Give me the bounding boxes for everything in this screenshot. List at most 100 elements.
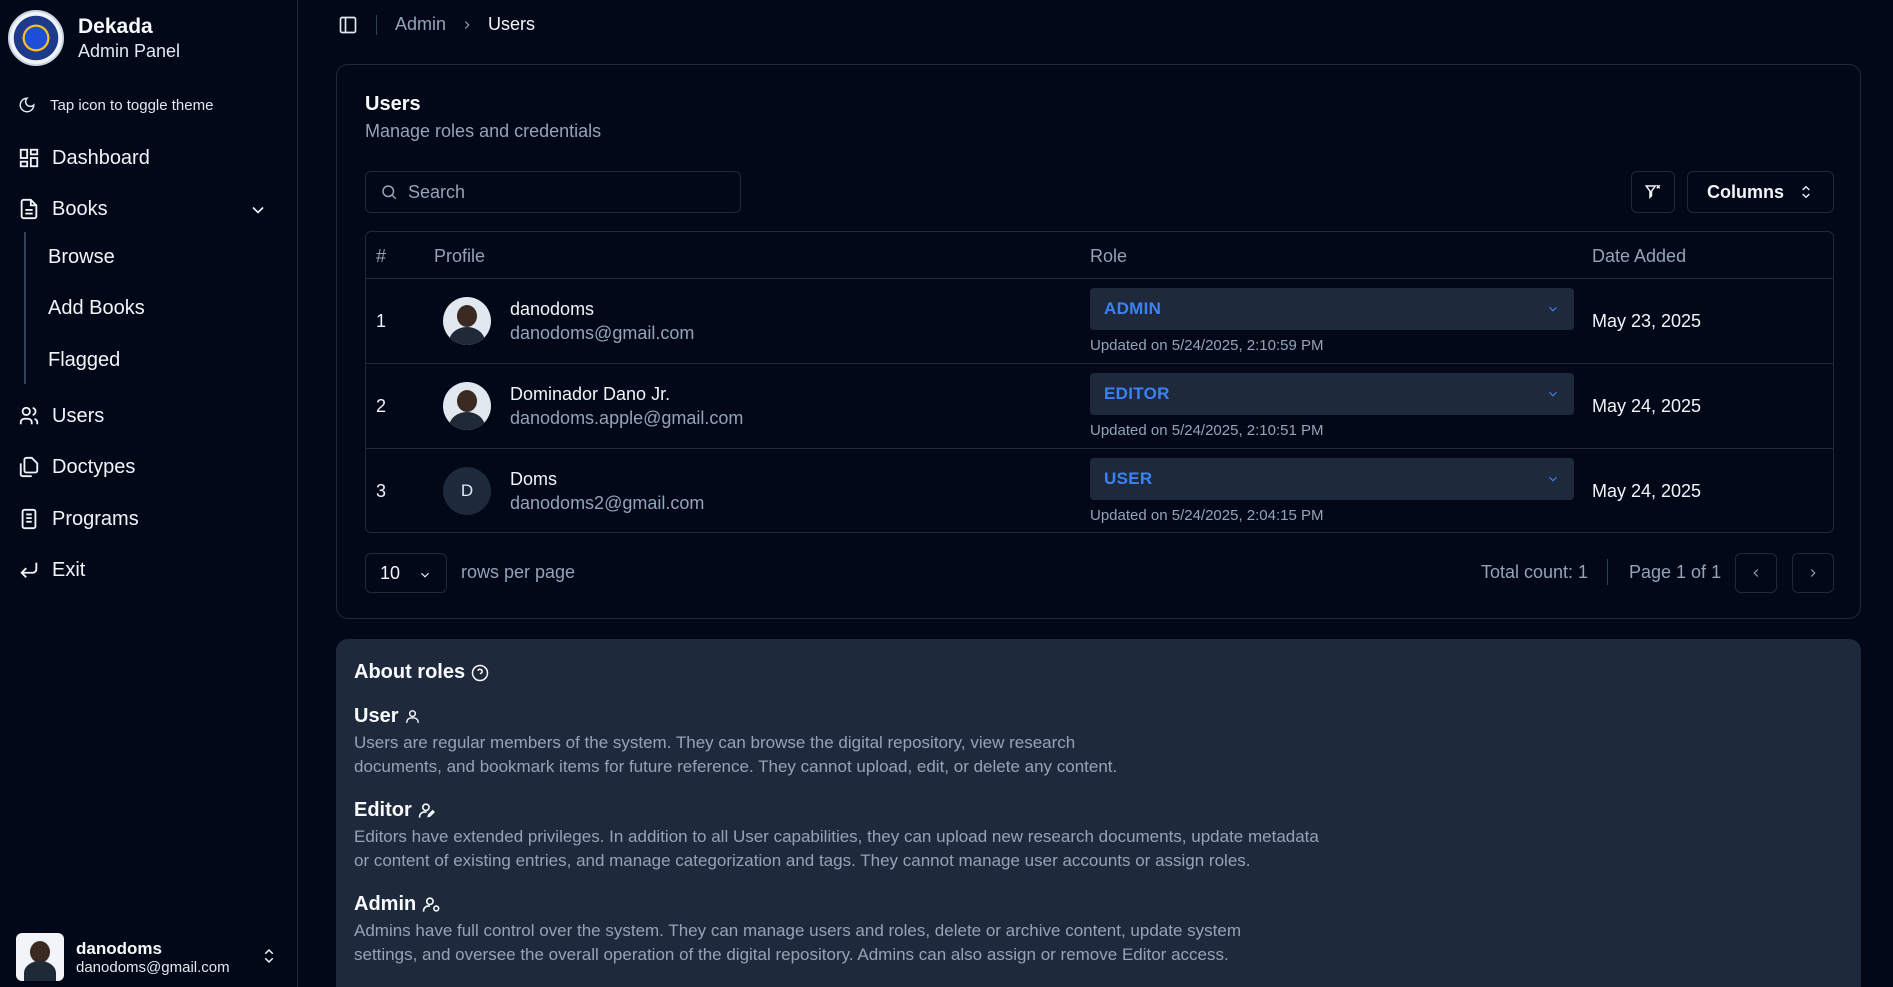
role-select[interactable]: EDITOR xyxy=(1090,373,1574,415)
role-name: Admin xyxy=(354,893,417,915)
next-page-button[interactable] xyxy=(1792,553,1834,593)
files-icon xyxy=(19,456,39,478)
card-title: Users xyxy=(365,93,421,115)
user-pen-icon xyxy=(418,803,435,818)
search-icon xyxy=(382,185,397,200)
search-input[interactable]: Search xyxy=(365,171,741,213)
sidebar-subitem-browse[interactable]: Browse xyxy=(48,246,115,269)
row-number: 3 xyxy=(376,481,387,501)
file-text-icon xyxy=(20,198,38,220)
sidebar-item-users[interactable]: Users xyxy=(18,401,104,431)
rows-per-page-select[interactable]: 10 xyxy=(365,553,447,593)
role-heading-admin: Admin xyxy=(354,893,441,916)
pagination: 10 rows per page Total count: 1 Page 1 o… xyxy=(365,553,1834,593)
role-description-line: or content of existing entries, and mana… xyxy=(354,851,1251,870)
table-row: 2 Dominador Dano Jr. danodoms.apple@gmai… xyxy=(366,363,1833,448)
columns-label: Columns xyxy=(1706,181,1784,202)
prev-page-button[interactable] xyxy=(1735,553,1777,593)
sidebar-item-programs[interactable]: Programs xyxy=(18,504,139,534)
profile-name: danodoms xyxy=(510,299,595,319)
avatar xyxy=(16,933,64,981)
role-heading-user: User xyxy=(354,705,421,728)
chevron-down-icon xyxy=(1549,476,1557,482)
chevron-down-icon xyxy=(1549,306,1557,312)
role-description: Users are regular members of the system.… xyxy=(354,731,1117,779)
user-menu[interactable]: danodoms danodoms@gmail.com xyxy=(16,933,278,981)
table-row: 1 danodoms danodoms@gmail.com ADMIN Upda… xyxy=(366,278,1833,363)
chevron-down-icon[interactable] xyxy=(248,200,268,220)
sidebar: Dekada Admin Panel Tap icon to toggle th… xyxy=(0,0,298,987)
role-description-line: settings, and oversee the overall operat… xyxy=(354,945,1229,964)
divider xyxy=(1607,559,1608,585)
column-header-role[interactable]: Role xyxy=(1090,246,1127,267)
role-value: USER xyxy=(1104,469,1153,488)
sidebar-subitem-flagged[interactable]: Flagged xyxy=(48,349,120,372)
users-card: Users Manage roles and credentials Searc… xyxy=(336,64,1861,619)
brand-title: Dekada xyxy=(78,15,153,38)
sidebar-item-books[interactable]: Books xyxy=(18,194,280,224)
sidebar-item-doctypes[interactable]: Doctypes xyxy=(18,452,135,482)
avatar xyxy=(443,297,491,345)
breadcrumb-admin[interactable]: Admin xyxy=(395,14,446,35)
chevrons-up-down-icon[interactable] xyxy=(260,947,278,965)
sidebar-item-label: Programs xyxy=(52,507,139,530)
date-added: May 24, 2025 xyxy=(1592,481,1702,501)
total-count: Total count: 1 xyxy=(1481,562,1589,582)
sidebar-item-label: Dashboard xyxy=(52,146,150,169)
role-heading-editor: Editor xyxy=(354,799,437,822)
date-added: May 24, 2025 xyxy=(1592,396,1702,416)
role-select[interactable]: ADMIN xyxy=(1090,288,1574,330)
users-table: # Profile Role Date Added 1 danodoms dan… xyxy=(365,231,1834,533)
profile-name: Dominador Dano Jr. xyxy=(510,384,671,404)
moon-icon[interactable] xyxy=(18,96,36,114)
sidebar-subitem-add-books[interactable]: Add Books xyxy=(48,297,145,320)
role-description-line: Admins have full control over the system… xyxy=(354,921,1241,940)
topbar: Admin Users xyxy=(338,14,535,35)
column-header-date[interactable]: Date Added xyxy=(1592,246,1686,267)
sidebar-item-label: Exit xyxy=(52,558,86,581)
user-icon xyxy=(406,710,420,723)
library-icon xyxy=(21,508,37,530)
sidebar-toggle-icon[interactable] xyxy=(338,15,358,35)
filter-x-icon xyxy=(1644,184,1661,200)
corner-down-left-icon xyxy=(20,562,38,578)
role-updated: Updated on 5/24/2025, 2:10:59 PM xyxy=(1090,337,1324,354)
role-description-line: Users are regular members of the system.… xyxy=(354,733,1076,752)
sidebar-item-dashboard[interactable]: Dashboard xyxy=(18,143,150,173)
chevron-left-icon xyxy=(1753,569,1759,577)
column-header-profile[interactable]: Profile xyxy=(434,246,485,267)
search-placeholder: Search xyxy=(408,181,466,202)
column-header-index: # xyxy=(376,246,387,266)
chevron-down-icon xyxy=(1549,391,1557,397)
sidebar-item-exit[interactable]: Exit xyxy=(18,555,85,585)
about-roles-panel: About roles User Users are regular membe… xyxy=(336,639,1861,987)
role-value: ADMIN xyxy=(1104,299,1162,318)
clear-filter-button[interactable] xyxy=(1631,171,1675,213)
user-cog-icon xyxy=(423,897,440,912)
profile-email: danodoms2@gmail.com xyxy=(510,493,705,513)
help-circle-icon xyxy=(471,664,489,681)
card-description: Manage roles and credentials xyxy=(365,121,602,141)
row-number: 1 xyxy=(376,311,387,331)
theme-toggle[interactable]: Tap icon to toggle theme xyxy=(18,96,213,114)
columns-button[interactable]: Columns xyxy=(1687,171,1834,213)
chevron-down-icon xyxy=(421,572,429,578)
sidebar-item-label: Books xyxy=(52,197,108,220)
date-added: May 23, 2025 xyxy=(1592,311,1702,331)
users-icon xyxy=(19,406,39,425)
role-description-line: Editors have extended privileges. In add… xyxy=(354,827,1319,846)
user-email: danodoms@gmail.com xyxy=(76,958,230,976)
role-updated: Updated on 5/24/2025, 2:04:15 PM xyxy=(1090,507,1324,524)
user-name: danodoms xyxy=(76,938,162,958)
chevrons-up-down-icon xyxy=(1802,185,1810,199)
brand[interactable]: Dekada Admin Panel xyxy=(8,10,180,66)
avatar: D xyxy=(443,467,491,515)
chevron-right-icon xyxy=(1810,569,1816,577)
role-updated: Updated on 5/24/2025, 2:10:51 PM xyxy=(1090,422,1324,439)
role-select[interactable]: USER xyxy=(1090,458,1574,500)
rows-per-page-value: 10 xyxy=(380,562,401,583)
profile-email: danodoms.apple@gmail.com xyxy=(510,408,744,428)
role-description: Admins have full control over the system… xyxy=(354,919,1241,967)
role-name: Editor xyxy=(354,799,412,821)
role-description: Editors have extended privileges. In add… xyxy=(354,825,1319,873)
